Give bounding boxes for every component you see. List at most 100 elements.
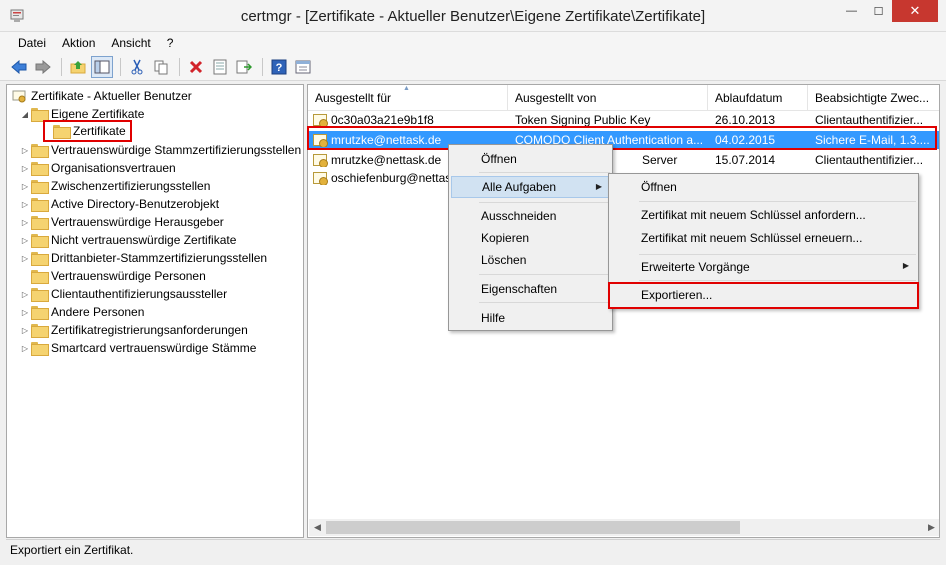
expand-arrow-icon[interactable]: ▷	[19, 146, 31, 155]
cell-text: 04.02.2015	[715, 133, 776, 147]
certificate-row[interactable]: mrutzke@nettask.de COMODO Client Authenti…	[308, 131, 939, 149]
back-icon[interactable]	[8, 56, 30, 78]
tree-item[interactable]: ▷ Active Directory-Benutzerobjekt	[19, 195, 219, 213]
cell-purpose: Sichere E-Mail, 1.3....	[808, 133, 939, 147]
help-icon[interactable]: ?	[268, 56, 290, 78]
export-list-icon[interactable]	[233, 56, 255, 78]
tree-pane[interactable]: Zertifikate - Aktueller Benutzer ◢ Eigen…	[6, 84, 304, 538]
menu-separator	[479, 302, 610, 303]
expand-arrow-icon[interactable]: ▷	[19, 200, 31, 209]
certificate-row[interactable]: mrutzke@nettask.de Server 15.07.2014 Client…	[308, 151, 939, 169]
submenu-oeffnen[interactable]: Öffnen	[611, 176, 916, 198]
tree-item[interactable]: ▷ Drittanbieter-Stammzertifizierungsstell…	[19, 249, 267, 267]
ctx-menu-loeschen[interactable]: Löschen	[451, 249, 610, 271]
expand-arrow-icon[interactable]: ▷	[19, 326, 31, 335]
submenu-arrow-icon: ▶	[595, 182, 602, 191]
tree-item[interactable]: ▷ Organisationsvertrauen	[19, 159, 176, 177]
tree-item[interactable]: ▷ Andere Personen	[19, 303, 144, 321]
folder-icon	[31, 252, 49, 266]
column-header-beabsichtigte-zwecke[interactable]: Beabsichtigte Zwec...	[808, 85, 939, 111]
up-folder-icon[interactable]	[67, 56, 89, 78]
scroll-left-icon[interactable]: ◀	[309, 519, 326, 536]
submenu-neuen-schluessel-anfordern[interactable]: Zertifikat mit neuem Schlüssel anfordern…	[611, 204, 916, 226]
submenu-erweiterte-vorgaenge[interactable]: Erweiterte Vorgänge ▶	[611, 256, 916, 278]
expand-arrow-icon[interactable]: ▷	[19, 344, 31, 353]
horizontal-scrollbar[interactable]: ◀ ▶	[309, 519, 939, 536]
submenu-arrow-icon: ▶	[902, 261, 909, 270]
toolbar-separator	[120, 58, 121, 76]
show-tree-icon[interactable]	[91, 56, 113, 78]
menu-ansicht[interactable]: Ansicht	[103, 36, 158, 50]
copy-icon[interactable]	[150, 56, 172, 78]
tree-item-label: Active Directory-Benutzerobjekt	[51, 197, 220, 211]
cell-for: 0c30a03a21e9b1f8	[308, 113, 508, 127]
ctx-menu-eigenschaften[interactable]: Eigenschaften	[451, 278, 610, 300]
cell-purpose: Clientauthentifizier...	[808, 113, 939, 127]
cell-text: Sichere E-Mail, 1.3....	[815, 133, 930, 147]
minimize-button[interactable]: —	[838, 0, 865, 22]
folder-icon	[31, 270, 49, 284]
menu-separator	[479, 274, 610, 275]
expand-arrow-icon[interactable]: ▷	[19, 308, 31, 317]
expand-arrow-icon[interactable]: ▷	[19, 290, 31, 299]
column-header-ausgestellt-von[interactable]: Ausgestellt von	[508, 85, 708, 111]
tree-root[interactable]: Zertifikate - Aktueller Benutzer	[11, 87, 192, 105]
scrollbar-thumb[interactable]	[326, 521, 740, 534]
expand-arrow-icon[interactable]: ▷	[19, 164, 31, 173]
mmc-console-icon[interactable]	[292, 56, 314, 78]
cut-icon[interactable]	[126, 56, 148, 78]
tree-item[interactable]: ▷ Nicht vertrauenswürdige Zertifikate	[19, 231, 236, 249]
column-header-ablaufdatum[interactable]: Ablaufdatum	[708, 85, 808, 111]
menu-help[interactable]: ?	[159, 36, 182, 50]
certificate-icon	[312, 133, 328, 147]
tree-item[interactable]: ▷ Vertrauenswürdige Herausgeber	[19, 213, 224, 231]
submenu-exportieren[interactable]: Exportieren...	[611, 284, 916, 306]
submenu-neuen-schluessel-erneuern[interactable]: Zertifikat mit neuem Schlüssel erneuern.…	[611, 227, 916, 249]
folder-icon	[31, 180, 49, 194]
tree-item[interactable]: ▷ Zertifikatregistrierungsanforderungen	[19, 321, 248, 339]
cell-expires: 26.10.2013	[708, 113, 808, 127]
expand-arrow-icon[interactable]: ▷	[19, 254, 31, 263]
ctx-menu-oeffnen[interactable]: Öffnen	[451, 148, 610, 170]
column-header-ausgestellt-fuer[interactable]: Ausgestellt für ▲	[308, 85, 508, 111]
tree-item-label: Nicht vertrauenswürdige Zertifikate	[51, 233, 237, 247]
cell-expires: 15.07.2014	[708, 153, 808, 167]
toolbar-separator	[61, 58, 62, 76]
tree-item[interactable]: ▷ Clientauthentifizierungsaussteller	[19, 285, 227, 303]
menu-datei[interactable]: Datei	[10, 36, 54, 50]
folder-icon	[31, 144, 49, 158]
forward-icon[interactable]	[32, 56, 54, 78]
cell-purpose: Clientauthentifizier...	[808, 153, 939, 167]
tree-item[interactable]: ▷ Vertrauenswürdige Stammzertifizierungss…	[19, 141, 301, 159]
ctx-menu-alle-aufgaben[interactable]: Alle Aufgaben ▶	[451, 176, 610, 198]
expand-arrow-icon[interactable]: ▷	[19, 236, 31, 245]
certificate-list[interactable]: Ausgestellt für ▲ Ausgestellt von Ablauf…	[307, 84, 940, 538]
tree-item-zertifikate[interactable]: Zertifikate	[43, 120, 132, 142]
delete-icon[interactable]	[185, 56, 207, 78]
tree-item[interactable]: ▷ Smartcard vertrauenswürdige Stämme	[19, 339, 256, 357]
maximize-button[interactable]: ☐	[865, 0, 892, 22]
tree-item-label: Smartcard vertrauenswürdige Stämme	[51, 341, 257, 355]
menu-aktion[interactable]: Aktion	[54, 36, 103, 50]
ctx-menu-hilfe[interactable]: Hilfe	[451, 307, 610, 329]
toolbar-separator	[179, 58, 180, 76]
tree-item[interactable]: ▷ Zwischenzertifizierungsstellen	[19, 177, 210, 195]
scroll-right-icon[interactable]: ▶	[923, 519, 939, 536]
tree-item-label: Zertifikate	[73, 124, 126, 138]
collapse-arrow-icon[interactable]: ◢	[19, 110, 31, 119]
menu-separator	[639, 254, 916, 255]
ctx-menu-ausschneiden[interactable]: Ausschneiden	[451, 205, 610, 227]
certificate-row[interactable]: 0c30a03a21e9b1f8 Token Signing Public Key…	[308, 111, 939, 129]
folder-open-icon	[31, 108, 49, 122]
properties-icon[interactable]	[209, 56, 231, 78]
menu-bar: Datei Aktion Ansicht ?	[0, 32, 946, 54]
folder-icon	[31, 288, 49, 302]
close-button[interactable]: ✕	[892, 0, 938, 22]
tree-item[interactable]: Vertrauenswürdige Personen	[19, 267, 206, 285]
tree-item-label: Drittanbieter-Stammzertifizierungsstelle…	[51, 251, 268, 265]
cell-by: Token Signing Public Key	[508, 113, 708, 127]
expand-arrow-icon[interactable]: ▷	[19, 218, 31, 227]
ctx-menu-kopieren[interactable]: Kopieren	[451, 227, 610, 249]
expand-arrow-icon[interactable]: ▷	[19, 182, 31, 191]
tree-item-label: Organisationsvertrauen	[51, 161, 176, 175]
